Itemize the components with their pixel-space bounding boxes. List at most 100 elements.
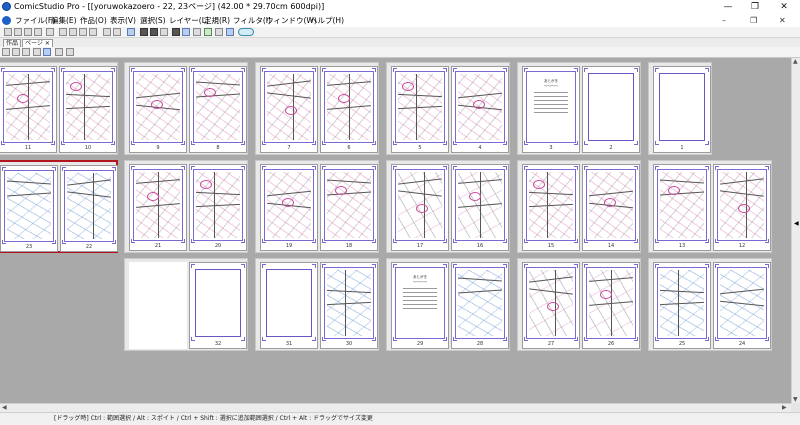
undo-icon[interactable] [103,28,111,36]
page-spread[interactable]: 32 [124,258,248,351]
scroll-left-icon[interactable]: ◀ [2,404,7,411]
paint-icon[interactable] [204,28,212,36]
page-thumbnail[interactable]: 7 [260,66,318,153]
page-thumbnail[interactable]: 23 [0,165,58,252]
copy-icon[interactable] [69,28,77,36]
minimize-button[interactable]: — [716,0,740,14]
page-spread[interactable]: 27 26 [517,258,641,351]
export-icon[interactable] [215,28,223,36]
page-spread[interactable]: 19 18 [255,160,379,253]
page-thumbnail[interactable]: 20 [189,164,247,251]
redo-icon[interactable] [113,28,121,36]
grid-icon[interactable] [182,28,190,36]
page-thumbnail[interactable]: 25 [653,262,711,349]
page-thumbnail[interactable]: 8 [189,66,247,153]
page-thumbnail[interactable]: 10 [59,66,117,153]
page-spread[interactable]: 21 20 [124,160,248,253]
doc-minimize-button[interactable]: – [722,14,726,27]
close-doc-icon[interactable] [34,28,42,36]
page-thumbnail[interactable]: 15 [522,164,580,251]
page-spread[interactable]: 31 30 [255,258,379,351]
page-thumbnail[interactable]: 17 [391,164,449,251]
document-icon[interactable] [2,16,11,25]
menu-select[interactable]: 選択(S) [140,14,166,27]
page-canvas[interactable]: 11 10 9 8 7 6 5 4 あとがき 〜〜〜〜 3 2 1 23 22 21 20 19 18 17 16 15 1… [0,58,791,403]
page-spread[interactable]: 76 [255,62,379,155]
paste-icon[interactable] [79,28,87,36]
restore-button[interactable]: ❐ [743,0,767,14]
tab-work[interactable]: 作品 [3,39,22,47]
menu-edit[interactable]: 編集(E) [51,14,77,27]
page-thumb-icon[interactable] [55,48,63,56]
scroll-down-icon[interactable]: ▼ [793,396,798,403]
menu-view[interactable]: 表示(V) [110,14,136,27]
page-new-icon[interactable] [2,48,10,56]
doc-close-button[interactable]: ✕ [779,14,786,27]
save-icon[interactable] [46,28,54,36]
page-thumbnail[interactable]: 16 [451,164,509,251]
page-select-icon[interactable] [43,48,51,56]
page-thumbnail[interactable]: 27 [522,262,580,349]
close-button[interactable]: ✕ [772,0,796,14]
page-thumbnail[interactable]: 31 [260,262,318,349]
cut-icon[interactable] [59,28,67,36]
page-thumbnail[interactable]: 9 [129,66,187,153]
page-thumbnail[interactable]: 2 [582,66,640,153]
page-thumbnail[interactable]: 12 [713,164,771,251]
page-thumbnail[interactable]: 19 [260,164,318,251]
page-spread[interactable]: 13 12 [648,160,772,253]
page-spread[interactable]: あとがき 〜〜〜〜 29 28 [386,258,510,351]
vertical-scrollbar[interactable]: ▲ ◀ ▼ [791,58,800,403]
page-thumbnail[interactable]: 22 [60,165,118,252]
new-icon[interactable] [4,28,12,36]
doc-restore-button[interactable]: ❐ [750,14,757,27]
page-thumbnail[interactable]: 18 [320,164,378,251]
window-icon[interactable] [226,28,234,36]
menu-work[interactable]: 作品(O) [80,14,107,27]
menu-ruler[interactable]: 定規(R) [204,14,230,27]
clear-icon[interactable] [89,28,97,36]
page-delete-icon[interactable] [12,48,20,56]
page-thumbnail[interactable]: あとがき 〜〜〜〜 3 [522,66,580,153]
page-spread[interactable]: 15 14 [517,160,641,253]
page-list-icon[interactable] [66,48,74,56]
page-thumbnail[interactable]: 26 [582,262,640,349]
scroll-up-icon[interactable]: ▲ [793,58,798,65]
page-zoom-icon[interactable] [33,48,41,56]
page-thumbnail[interactable]: 28 [451,262,509,349]
page-thumbnail[interactable]: 1 [653,66,711,153]
view-icon[interactable] [172,28,180,36]
page-thumbnail[interactable]: 5 [391,66,449,153]
page-thumbnail[interactable]: 24 [713,262,771,349]
page-settings-icon[interactable] [160,28,168,36]
page-spread[interactable]: あとがき 〜〜〜〜 3 2 [517,62,641,155]
page-spread[interactable]: 23 22 [0,160,118,253]
page-thumbnail[interactable]: 13 [653,164,711,251]
page-thumbnail[interactable]: 4 [451,66,509,153]
page-thumbnail[interactable]: 32 [189,262,247,349]
page-spread[interactable]: 17 16 [386,160,510,253]
ruler-icon[interactable] [193,28,201,36]
horizontal-scrollbar[interactable]: ◀ ▶ [0,403,791,412]
page-thumbnail[interactable]: 11 [0,66,57,153]
open-icon[interactable] [14,28,22,36]
page-spread[interactable]: 98 [124,62,248,155]
menu-help[interactable]: ヘルプ(H) [310,14,344,27]
scroll-right-icon[interactable]: ▶ [782,404,787,411]
page-spread[interactable]: 11 10 [0,62,118,155]
cs-logo-icon[interactable] [238,28,254,36]
page-thumbnail[interactable]: 6 [320,66,378,153]
menu-layer[interactable]: レイヤー(L) [169,14,209,27]
layer-icon[interactable] [127,28,135,36]
page-thumbnail[interactable]: あとがき 〜〜〜〜 29 [391,262,449,349]
page-spread[interactable]: 25 24 [648,258,772,351]
page-spread[interactable]: 54 [386,62,510,155]
page-spread[interactable]: 1 [648,62,712,155]
menu-file[interactable]: ファイル(F) [15,14,55,27]
page-thumbnail[interactable]: 14 [582,164,640,251]
open-folder-icon[interactable] [24,28,32,36]
tab-close-icon[interactable]: ✕ [45,40,50,47]
page-spread-icon[interactable] [150,28,158,36]
page-move-icon[interactable] [22,48,30,56]
tab-page[interactable]: ページ ✕ [22,39,53,47]
